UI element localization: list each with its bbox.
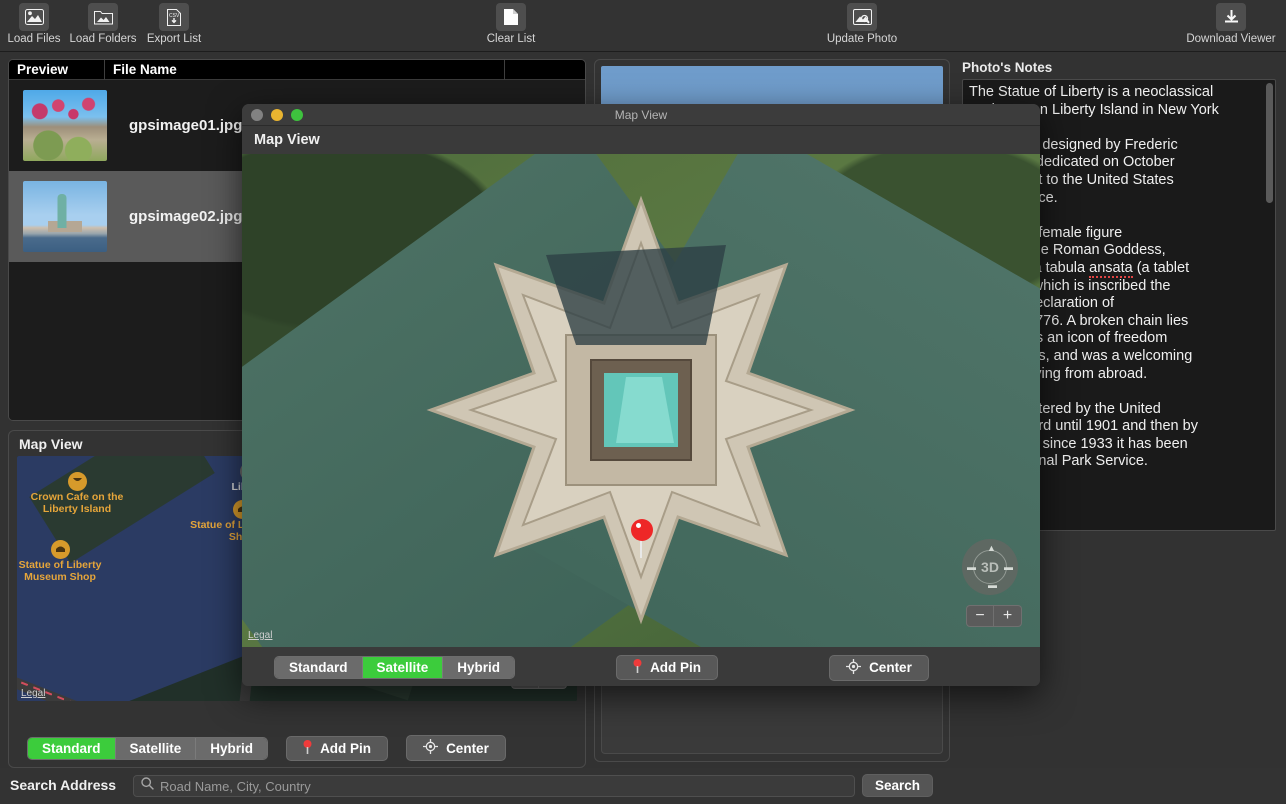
dialog-add-pin-button[interactable]: Add Pin bbox=[616, 655, 718, 680]
dialog-center-button[interactable]: Center bbox=[829, 655, 929, 681]
dialog-map-mode-hybrid[interactable]: Hybrid bbox=[443, 657, 514, 678]
dialog-zoom-controls: − + bbox=[966, 605, 1022, 627]
dialog-add-pin-label: Add Pin bbox=[650, 660, 701, 675]
map-poi-label: Crown Cafe on the Liberty Island bbox=[22, 492, 132, 515]
dialog-map-canvas[interactable]: Legal 3D ▲ ▬ ▬ ▬ − + bbox=[242, 154, 1040, 647]
compass-up-arrow-icon[interactable]: ▲ bbox=[987, 543, 996, 553]
compass-down-arrow-icon[interactable]: ▬ bbox=[988, 580, 997, 590]
toolbar-download-viewer-label: Download Viewer bbox=[1186, 33, 1275, 45]
clear-list-icon bbox=[496, 3, 526, 31]
search-address-bar: Search Address Road Name, City, Country … bbox=[0, 768, 1286, 804]
notes-scrollbar[interactable] bbox=[1266, 83, 1273, 527]
map-mode-segmented-control[interactable]: Standard Satellite Hybrid bbox=[27, 737, 268, 760]
toolbar-clear-list[interactable]: Clear List bbox=[466, 3, 556, 45]
dialog-map-mode-segmented-control[interactable]: Standard Satellite Hybrid bbox=[274, 656, 515, 679]
download-icon bbox=[1216, 3, 1246, 31]
dialog-panel-title: Map View bbox=[242, 126, 1040, 154]
map-controls-row: Standard Satellite Hybrid Add Pin Center bbox=[9, 735, 585, 761]
dialog-legal-link[interactable]: Legal bbox=[248, 630, 272, 641]
map-center-label: Center bbox=[446, 741, 489, 756]
compass-left-arrow-icon[interactable]: ▬ bbox=[967, 562, 976, 572]
dialog-window-title: Map View bbox=[242, 108, 1040, 122]
search-button-wrap: Search bbox=[862, 774, 933, 797]
map-poi[interactable]: Statue of Liberty Museum Shop bbox=[17, 540, 115, 583]
search-icon bbox=[141, 777, 154, 795]
toolbar-clear-list-label: Clear List bbox=[487, 33, 536, 45]
search-address-label: Search Address bbox=[10, 777, 116, 793]
load-files-icon bbox=[19, 3, 49, 31]
map-add-pin-label: Add Pin bbox=[320, 741, 371, 756]
column-header-file-name[interactable]: File Name bbox=[105, 60, 505, 80]
dialog-map-mode-satellite[interactable]: Satellite bbox=[363, 657, 444, 678]
dialog-zoom-in-button[interactable]: + bbox=[994, 605, 1022, 627]
shop-icon bbox=[51, 540, 70, 559]
notes-line: The Statue of Liberty is a neoclassical bbox=[969, 84, 1269, 102]
map-mode-hybrid[interactable]: Hybrid bbox=[196, 738, 267, 759]
compass-right-arrow-icon[interactable]: ▬ bbox=[1004, 562, 1013, 572]
dialog-zoom-out-button[interactable]: − bbox=[966, 605, 994, 627]
search-input[interactable]: Road Name, City, Country bbox=[160, 779, 311, 794]
row-file-name: gpsimage02.jpg bbox=[129, 208, 242, 225]
map-pin-icon bbox=[633, 659, 642, 676]
map-pin-icon bbox=[303, 740, 312, 757]
map-mode-satellite[interactable]: Satellite bbox=[116, 738, 197, 759]
map-poi[interactable]: Crown Cafe on the Liberty Island bbox=[22, 472, 132, 515]
column-header-preview[interactable]: Preview bbox=[9, 60, 105, 80]
compass-3d-control[interactable]: 3D ▲ ▬ ▬ ▬ bbox=[962, 539, 1018, 595]
map-center-button[interactable]: Center bbox=[406, 735, 506, 761]
toolbar-update-photo[interactable]: Update Photo bbox=[817, 3, 907, 45]
map-add-pin-button[interactable]: Add Pin bbox=[286, 736, 388, 761]
toolbar-export-list-label: Export List bbox=[147, 33, 201, 45]
map-poi-label: Statue of Liberty Museum Shop bbox=[17, 560, 115, 583]
row-thumbnail bbox=[23, 90, 107, 161]
load-folders-icon bbox=[88, 3, 118, 31]
dialog-titlebar[interactable]: Map View bbox=[242, 104, 1040, 126]
dialog-controls-row: Standard Satellite Hybrid Add Pin Center bbox=[242, 649, 1040, 686]
export-csv-icon: CSV bbox=[159, 3, 189, 31]
dialog-mode-wrap: Standard Satellite Hybrid bbox=[274, 656, 515, 679]
crosshair-icon bbox=[846, 659, 861, 677]
toolbar-download-viewer[interactable]: Download Viewer bbox=[1186, 3, 1276, 45]
dialog-map-mode-standard[interactable]: Standard bbox=[275, 657, 363, 678]
dialog-center-label: Center bbox=[869, 660, 912, 675]
crosshair-icon bbox=[423, 739, 438, 757]
row-thumbnail bbox=[23, 181, 107, 252]
map-view-dialog[interactable]: Map View Map View Legal 3D ▲ ▬ bbox=[242, 104, 1040, 686]
search-input-wrap[interactable]: Road Name, City, Country bbox=[133, 775, 855, 797]
toolbar-update-photo-label: Update Photo bbox=[827, 33, 897, 45]
map-pin-icon[interactable] bbox=[631, 519, 653, 541]
update-photo-icon bbox=[847, 3, 877, 31]
toolbar-load-files-label: Load Files bbox=[7, 33, 60, 45]
map-mode-standard[interactable]: Standard bbox=[28, 738, 116, 759]
map-legal-link[interactable]: Legal bbox=[21, 688, 45, 699]
photo-preview-info-box bbox=[601, 682, 943, 754]
toolbar-load-folders-label: Load Folders bbox=[69, 33, 136, 45]
compass-3d-label: 3D bbox=[973, 550, 1007, 584]
main-toolbar: Load Files Load Folders CSV Export List … bbox=[0, 0, 1286, 52]
file-list-header: Preview File Name bbox=[9, 60, 585, 80]
app-window: Load Files Load Folders CSV Export List … bbox=[0, 0, 1286, 804]
notes-panel-title: Photo's Notes bbox=[956, 57, 1282, 79]
cafe-icon bbox=[68, 472, 87, 491]
row-file-name: gpsimage01.jpg bbox=[129, 117, 242, 134]
column-header-extra[interactable] bbox=[505, 60, 585, 80]
toolbar-export-list[interactable]: CSV Export List bbox=[129, 3, 219, 45]
search-button[interactable]: Search bbox=[862, 774, 933, 797]
fort-wood-star-base bbox=[426, 195, 856, 625]
